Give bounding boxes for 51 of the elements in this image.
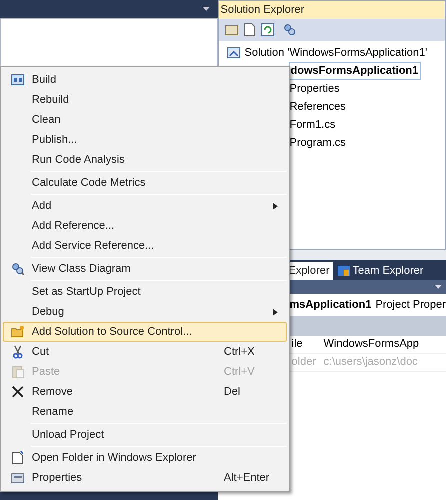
tree-item[interactable]: Properties — [288, 80, 341, 98]
property-value: c:\users\jasonz\doc — [324, 355, 418, 370]
menu-item[interactable]: Add Solution to Source Control... — [3, 322, 287, 342]
panel-title: Solution Explorer — [220, 2, 305, 18]
class-diagram-icon — [11, 262, 25, 276]
document-icon — [11, 451, 25, 465]
properties-icon[interactable] — [224, 23, 239, 37]
tree-item[interactable]: Form1.cs — [288, 116, 337, 134]
menu-item[interactable]: Add Service Reference... — [3, 236, 287, 256]
object-name: msApplication1 — [290, 298, 372, 313]
tree-item[interactable]: Program.cs — [288, 134, 348, 152]
menu-item[interactable]: Build — [3, 70, 287, 90]
dropdown-icon[interactable] — [435, 285, 442, 289]
submenu-arrow-icon — [273, 202, 278, 210]
menu-item[interactable]: Add Reference... — [3, 216, 287, 236]
tree-item[interactable]: dowsFormsApplication1 — [288, 62, 421, 80]
menu-item[interactable]: Clean — [3, 110, 287, 130]
team-icon — [338, 265, 350, 277]
build-icon — [11, 73, 25, 87]
property-name: ile — [290, 337, 304, 352]
menu-item[interactable]: Set as StartUp Project — [3, 282, 287, 302]
document-icon[interactable] — [242, 23, 257, 37]
menu-item[interactable]: Open Folder in Windows Explorer — [3, 448, 287, 468]
menu-item[interactable]: Rebuild — [3, 90, 287, 110]
class-diagram-icon[interactable] — [282, 23, 297, 37]
submenu-arrow-icon — [273, 308, 278, 316]
property-value: WindowsFormsApp — [324, 337, 420, 352]
menu-item[interactable]: Properties Alt+Enter — [3, 468, 287, 488]
dropdown-icon[interactable] — [202, 7, 210, 11]
menu-item[interactable]: Add — [3, 196, 287, 216]
refresh-icon[interactable] — [260, 23, 275, 37]
clipboard-icon — [11, 365, 25, 379]
scissors-icon — [11, 345, 25, 359]
menu-item[interactable]: Unload Project — [3, 425, 287, 445]
folder-icon — [11, 325, 25, 339]
menu-item[interactable]: Run Code Analysis — [3, 150, 287, 170]
menu-item[interactable]: Calculate Code Metrics — [3, 173, 287, 193]
menu-item[interactable]: Remove Del — [3, 382, 287, 402]
panel-tab[interactable]: Team Explorer — [334, 262, 427, 280]
menu-item[interactable]: Debug — [3, 302, 287, 322]
menu-item[interactable]: View Class Diagram — [3, 259, 287, 279]
cross-icon — [11, 385, 25, 399]
properties-icon — [11, 471, 25, 485]
property-name: older — [290, 355, 318, 370]
menu-item[interactable]: Rename — [3, 402, 287, 422]
menu-item[interactable]: Publish... — [3, 130, 287, 150]
tree-item[interactable]: References — [288, 98, 348, 116]
tree-item[interactable]: Solution 'WindowsFormsApplication1' — [244, 44, 429, 62]
object-type: Project Proper — [376, 298, 446, 313]
solution-icon — [226, 46, 241, 60]
menu-item[interactable]: Cut Ctrl+X — [3, 342, 287, 362]
